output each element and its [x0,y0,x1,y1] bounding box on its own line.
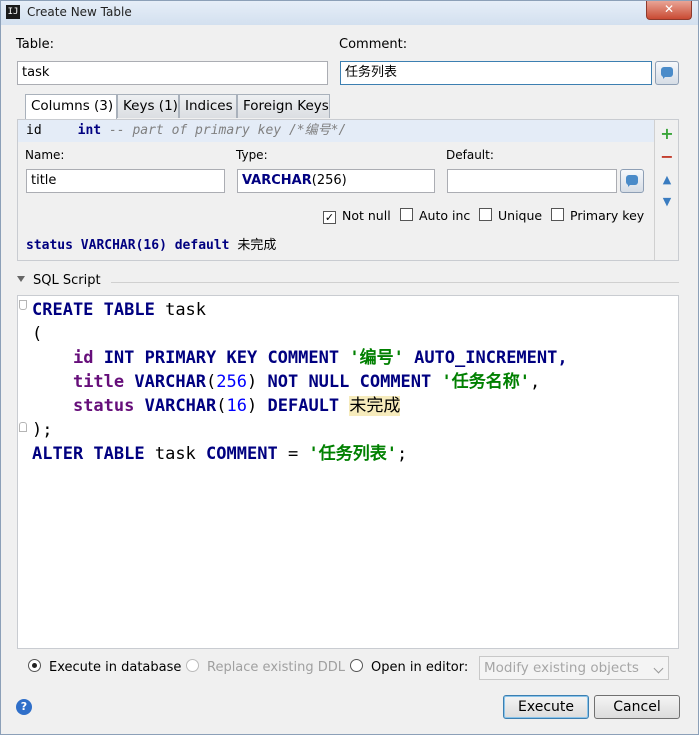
code-line-7: ALTER TABLE task COMMENT = '任务列表'; [32,444,408,464]
editor-gutter [18,296,26,648]
add-column-icon[interactable]: + [660,126,674,142]
radio-icon [186,659,199,672]
sql-code: CREATE TABLE task ( id INT PRIMARY KEY CO… [32,298,568,466]
column-type-input[interactable]: VARCHAR(256) [237,169,435,193]
section-divider [111,282,679,283]
auto-inc-label: Auto inc [419,208,471,223]
remove-column-icon[interactable]: − [660,149,674,165]
primary-key-label: Primary key [570,208,645,223]
checkbox-box [551,208,564,221]
column-name-input[interactable]: title [26,169,225,193]
column-toolbar: + − ▲ ▼ [654,120,679,260]
modify-objects-select: Modify existing objects [479,656,669,680]
default-label: Default: [446,148,494,162]
column-type: int [77,123,102,138]
sql-script-header[interactable]: SQL Script [17,273,101,288]
column-row-id[interactable]: id int -- part of primary key /*编号*/ [18,120,654,142]
code-line-3: id INT PRIMARY KEY COMMENT '编号' AUTO_INC… [72,348,568,368]
code-line-2: ( [32,324,43,344]
sql-script-label: SQL Script [33,273,101,288]
tab-columns[interactable]: Columns (3) [25,94,117,120]
name-label: Name: [25,148,65,162]
edit-comment-button[interactable] [655,61,679,85]
column-comment: -- part of primary key /*编号*/ [108,123,347,138]
collapse-arrow-icon [17,276,25,282]
type-keyword: VARCHAR [242,173,312,188]
comment-label: Comment: [339,37,408,52]
comment-bubble-icon [626,175,638,187]
code-line-1: CREATE TABLE task [32,300,207,320]
help-icon[interactable]: ? [16,699,32,715]
column-default-input[interactable] [447,169,617,193]
replace-ddl-label: Replace existing DDL [207,660,345,675]
edit-column-comment-button[interactable] [620,169,644,193]
type-args: (256) [311,173,347,188]
create-table-dialog: IJ Create New Table ✕ Table: task Commen… [0,0,699,735]
fold-end-icon[interactable] [19,422,27,432]
comment-input[interactable]: 任务列表 [340,61,652,85]
execute-button[interactable]: Execute [503,695,589,719]
unique-checkbox[interactable]: Unique [479,208,542,223]
close-button[interactable]: ✕ [646,1,692,20]
table-label: Table: [16,37,54,52]
chevron-down-icon [653,663,664,674]
tab-foreign-keys[interactable]: Foreign Keys [237,94,330,118]
sql-editor[interactable]: CREATE TABLE task ( id INT PRIMARY KEY CO… [17,295,679,649]
move-up-icon[interactable]: ▲ [660,173,674,187]
cancel-button[interactable]: Cancel [594,695,680,719]
type-label: Type: [236,148,268,162]
tab-indices[interactable]: Indices [179,94,237,118]
code-line-4: title VARCHAR(256) NOT NULL COMMENT '任务名… [72,372,541,392]
execute-in-database-label: Execute in database [49,660,182,675]
status-default-value: 未完成 [237,238,277,253]
check-icon: ✓ [323,211,336,224]
status-name: status [26,238,73,253]
not-null-checkbox[interactable]: ✓ Not null [323,208,391,224]
table-name-input[interactable]: task [17,61,328,85]
code-line-5: status VARCHAR(16) DEFAULT 未完成 [72,396,401,416]
select-value: Modify existing objects [484,660,639,676]
unresolved-default-value: 未完成 [349,396,401,416]
intellij-app-icon: IJ [6,5,20,19]
move-down-icon[interactable]: ▼ [660,195,674,209]
window-title: Create New Table [27,5,132,19]
tab-keys[interactable]: Keys (1) [117,94,179,118]
fold-start-icon[interactable] [19,300,27,310]
replace-ddl-radio: Replace existing DDL [186,659,345,675]
auto-inc-checkbox[interactable]: Auto inc [400,208,470,223]
radio-selected-icon [28,659,41,672]
column-name: id [26,123,42,138]
checkbox-box [400,208,413,221]
status-type: VARCHAR(16) [80,238,167,253]
open-in-editor-radio[interactable]: Open in editor: [350,659,468,675]
not-null-label: Not null [342,208,391,223]
code-line-6: ); [32,420,53,440]
column-row-status[interactable]: status VARCHAR(16) default 未完成 [18,234,654,258]
radio-icon [350,659,363,672]
execute-in-database-radio[interactable]: Execute in database [28,659,181,675]
columns-panel: id int -- part of primary key /*编号*/ Name… [17,119,679,261]
checkbox-box [479,208,492,221]
primary-key-checkbox[interactable]: Primary key [551,208,644,223]
comment-bubble-icon [661,67,673,79]
open-in-editor-label: Open in editor: [371,660,469,675]
title-bar: IJ Create New Table ✕ [1,1,698,25]
status-default-kw: default [174,238,230,253]
unique-label: Unique [498,208,543,223]
